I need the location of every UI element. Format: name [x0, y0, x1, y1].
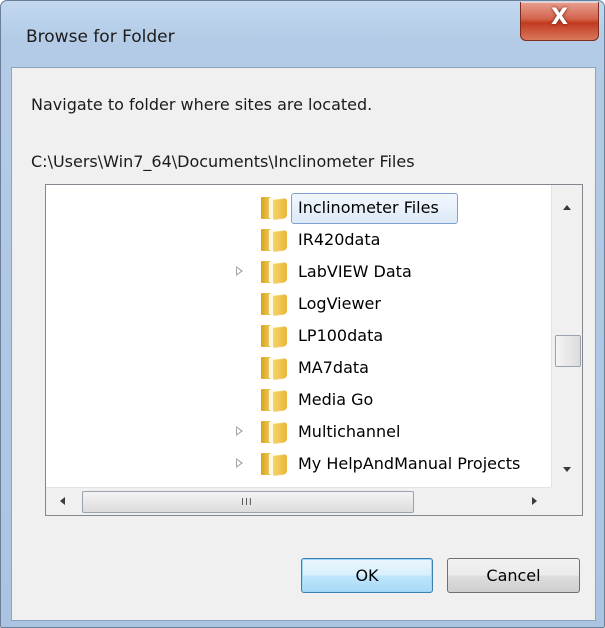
folder-icon	[261, 421, 287, 444]
tree-item[interactable]: MA7data	[46, 352, 546, 384]
folder-icon	[261, 389, 287, 412]
scroll-down-arrow-icon[interactable]	[563, 467, 571, 472]
current-path-text: C:\Users\Win7_64\Documents\Inclinometer …	[31, 152, 415, 171]
cancel-button[interactable]: Cancel	[447, 558, 580, 593]
tree-item-label: IR420data	[298, 230, 381, 249]
tree-item[interactable]: IR420data	[46, 224, 546, 256]
expand-arrow-icon[interactable]	[236, 266, 243, 276]
title-bar[interactable]: Browse for Folder X	[1, 1, 604, 67]
scroll-right-arrow-icon[interactable]	[532, 497, 537, 505]
window-title: Browse for Folder	[26, 27, 175, 47]
tree-item[interactable]: Inclinometer Files	[46, 192, 546, 224]
tree-item[interactable]: Media Go	[46, 384, 546, 416]
tree-item[interactable]: LP100data	[46, 320, 546, 352]
folder-icon	[261, 261, 287, 284]
tree-item[interactable]: LogViewer	[46, 288, 546, 320]
close-button[interactable]: X	[520, 2, 599, 41]
vertical-scroll-thumb[interactable]	[555, 335, 581, 367]
folder-icon	[261, 325, 287, 348]
expand-arrow-icon[interactable]	[236, 426, 243, 436]
tree-item-label: My HelpAndManual Projects	[298, 454, 521, 473]
tree-item-label: Media Go	[298, 390, 374, 409]
tree-item-label: LogViewer	[298, 294, 381, 313]
folder-icon	[261, 229, 287, 252]
folder-icon	[261, 197, 287, 220]
browse-for-folder-dialog: Browse for Folder X Navigate to folder w…	[0, 0, 605, 628]
tree-item-label: LabVIEW Data	[298, 262, 412, 281]
vertical-scrollbar[interactable]	[551, 185, 582, 487]
folder-icon	[261, 293, 287, 316]
folder-icon	[261, 453, 287, 476]
expand-arrow-icon[interactable]	[236, 458, 243, 468]
tree-item[interactable]: LabVIEW Data	[46, 256, 546, 288]
scroll-grip-icon: III	[241, 497, 253, 508]
tree-item-label: Multichannel	[298, 422, 401, 441]
folder-tree-view[interactable]: Inclinometer Files IR420data LabVIEW Data L…	[45, 184, 583, 516]
close-icon: X	[551, 5, 568, 30]
folder-icon	[261, 357, 287, 380]
instruction-text: Navigate to folder where sites are locat…	[31, 95, 373, 114]
horizontal-scrollbar[interactable]: III	[46, 487, 551, 515]
scroll-left-arrow-icon[interactable]	[60, 497, 65, 505]
tree-item-label: Inclinometer Files	[298, 198, 439, 217]
tree-item[interactable]: Multichannel	[46, 416, 546, 448]
tree-item[interactable]: My HelpAndManual Projects	[46, 448, 546, 480]
tree-item-label: MA7data	[298, 358, 369, 377]
ok-button[interactable]: OK	[301, 558, 433, 593]
horizontal-scroll-thumb[interactable]: III	[82, 491, 414, 513]
scrollbar-corner	[551, 487, 582, 515]
tree-item-label: LP100data	[298, 326, 384, 345]
scroll-up-arrow-icon[interactable]	[563, 205, 571, 210]
